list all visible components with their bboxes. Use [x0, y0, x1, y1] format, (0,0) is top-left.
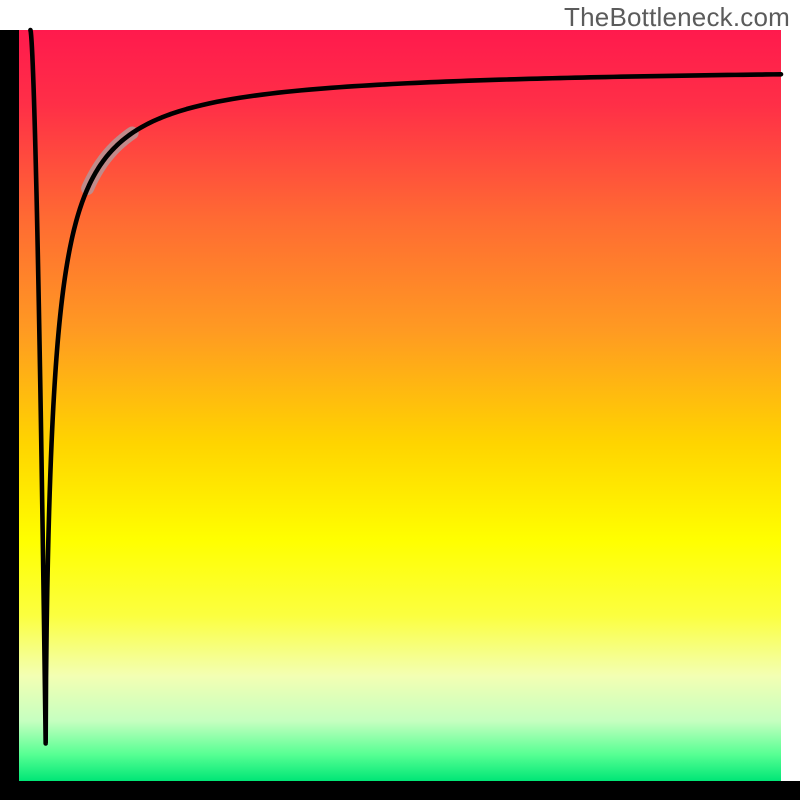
- x-axis-bar: [0, 781, 800, 800]
- chart-stage: TheBottleneck.com: [0, 0, 800, 800]
- y-axis-bar: [0, 30, 19, 800]
- bottleneck-chart: [0, 0, 800, 800]
- plot-background: [19, 30, 781, 781]
- watermark-label: TheBottleneck.com: [564, 2, 790, 33]
